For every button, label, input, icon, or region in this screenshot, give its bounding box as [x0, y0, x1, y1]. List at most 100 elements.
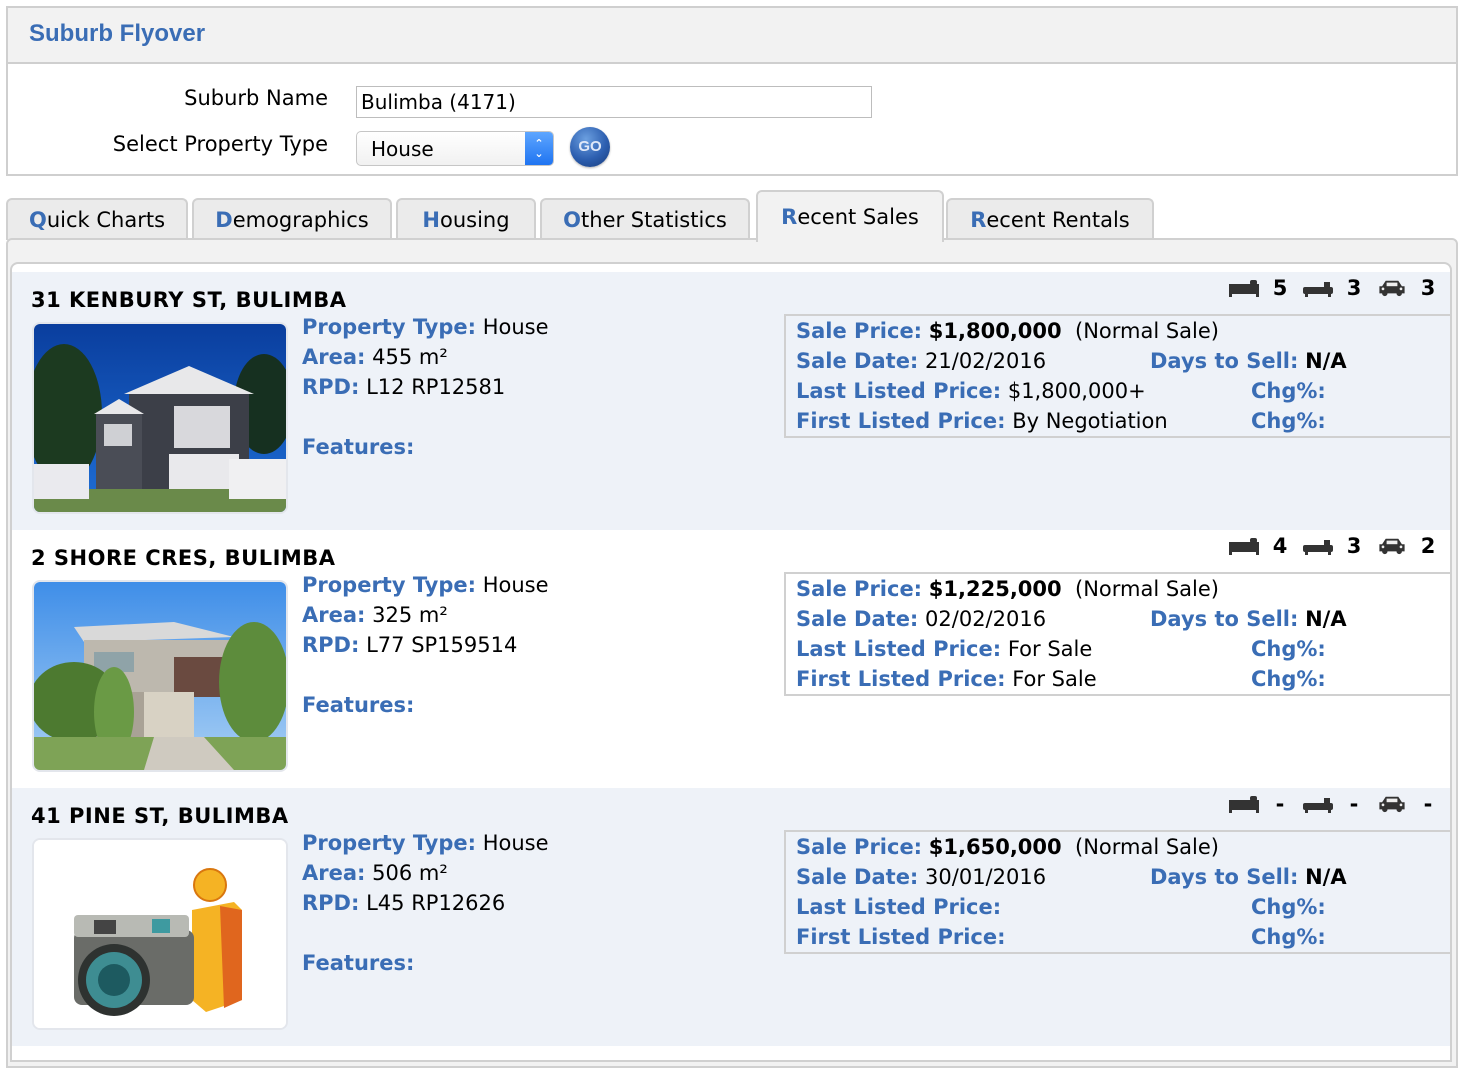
- sale-price-value: $1,225,000: [928, 577, 1062, 601]
- sale-type: (Normal Sale): [1075, 319, 1219, 343]
- tab-quick-charts[interactable]: Quick Charts: [6, 198, 188, 240]
- car-count: 2: [1420, 534, 1436, 558]
- last-listed-label: Last Listed Price:: [796, 379, 1002, 403]
- sale-listing: 2 SHORE CRES, BULIMBA 4 3 2 Property Typ…: [12, 530, 1450, 788]
- tab-hotkey: Q: [28, 208, 47, 232]
- sale-price-label: Sale Price:: [796, 577, 923, 601]
- first-listed-value: By Negotiation: [1012, 409, 1168, 433]
- listing-address[interactable]: 31 KENBURY ST, BULIMBA: [31, 288, 346, 312]
- car-icon: [1379, 538, 1405, 555]
- bath-icon: [1303, 798, 1333, 813]
- sale-price-label: Sale Price:: [796, 835, 923, 859]
- tab-housing[interactable]: Housing: [396, 198, 536, 240]
- property-type-value: House: [482, 573, 549, 597]
- listing-address[interactable]: 41 PINE ST, BULIMBA: [31, 804, 289, 828]
- sale-date-label: Sale Date:: [796, 607, 919, 631]
- house-photo-image: [34, 324, 286, 512]
- tab-hotkey: O: [563, 208, 582, 232]
- sale-price-value: $1,650,000: [928, 835, 1062, 859]
- days-to-sell-value: N/A: [1305, 607, 1347, 631]
- tab-demographics[interactable]: Demographics: [192, 198, 392, 240]
- tab-recent-rentals[interactable]: Recent Rentals: [946, 198, 1154, 240]
- area-label: Area:: [302, 603, 366, 627]
- tab-hotkey: D: [215, 208, 233, 232]
- features-label: Features:: [302, 951, 415, 975]
- sale-listing: 31 KENBURY ST, BULIMBA 5 3 3 Property Ty…: [12, 272, 1450, 530]
- suburb-name-input[interactable]: [356, 86, 872, 118]
- sale-date-value: 02/02/2016: [925, 607, 1047, 631]
- bath-count: -: [1349, 792, 1359, 816]
- select-arrows-icon: ⌃ ⌄: [525, 132, 553, 165]
- sale-details: Sale Price: $1,225,000 (Normal Sale) Sal…: [784, 572, 1450, 696]
- tab-label: ther Statistics: [581, 208, 727, 232]
- property-type-label: Property Type:: [302, 573, 477, 597]
- chg-label: Chg%:: [1251, 667, 1326, 691]
- rpd-label: RPD:: [302, 633, 360, 657]
- page-title: Suburb Flyover: [29, 20, 206, 47]
- car-icon: [1379, 280, 1405, 297]
- tab-recent-sales[interactable]: Recent Sales: [756, 190, 944, 242]
- suburb-name-label: Suburb Name: [184, 86, 328, 110]
- no-photo-placeholder-icon: [34, 840, 286, 1028]
- property-type-value: House: [482, 315, 549, 339]
- first-listed-label: First Listed Price:: [796, 409, 1006, 433]
- room-counts: 4 3 2: [1214, 534, 1436, 558]
- last-listed-label: Last Listed Price:: [796, 895, 1002, 919]
- rpd-label: RPD:: [302, 891, 360, 915]
- first-listed-label: First Listed Price:: [796, 667, 1006, 691]
- chg-label: Chg%:: [1251, 379, 1326, 403]
- days-to-sell-value: N/A: [1305, 349, 1347, 373]
- bed-count: 5: [1272, 276, 1288, 300]
- chg-label: Chg%:: [1251, 895, 1326, 919]
- area-label: Area:: [302, 345, 366, 369]
- first-listed-label: First Listed Price:: [796, 925, 1006, 949]
- features-label: Features:: [302, 693, 415, 717]
- bed-icon: [1229, 538, 1259, 555]
- room-counts: 5 3 3: [1214, 276, 1436, 300]
- tab-label: uick Charts: [46, 208, 166, 232]
- chg-label: Chg%:: [1251, 409, 1326, 433]
- tab-label: ecent Rentals: [986, 208, 1130, 232]
- sale-date-value: 30/01/2016: [925, 865, 1047, 889]
- property-photo[interactable]: [32, 838, 288, 1030]
- sale-date-label: Sale Date:: [796, 865, 919, 889]
- listing-address[interactable]: 2 SHORE CRES, BULIMBA: [31, 546, 336, 570]
- bed-icon: [1229, 280, 1259, 297]
- property-photo[interactable]: [32, 580, 288, 772]
- area-value: 506 m²: [372, 861, 448, 885]
- bath-count: 3: [1346, 276, 1362, 300]
- recent-sales-list: 31 KENBURY ST, BULIMBA 5 3 3 Property Ty…: [10, 262, 1452, 1062]
- sale-details: Sale Price: $1,800,000 (Normal Sale) Sal…: [784, 314, 1450, 438]
- rpd-value: L77 SP159514: [366, 633, 518, 657]
- tab-label: ousing: [440, 208, 510, 232]
- bed-count: 4: [1272, 534, 1288, 558]
- days-to-sell-label: Days to Sell:: [1150, 865, 1299, 889]
- tab-label: emographics: [232, 208, 369, 232]
- features-label: Features:: [302, 435, 415, 459]
- sale-price-value: $1,800,000: [928, 319, 1062, 343]
- property-type-select[interactable]: House ⌃ ⌄: [356, 131, 554, 166]
- property-photo[interactable]: [32, 322, 288, 514]
- days-to-sell-label: Days to Sell:: [1150, 349, 1299, 373]
- last-listed-value: $1,800,000+: [1007, 379, 1146, 403]
- area-value: 325 m²: [372, 603, 448, 627]
- sale-type: (Normal Sale): [1075, 577, 1219, 601]
- bath-icon: [1303, 282, 1333, 297]
- bath-icon: [1303, 540, 1333, 555]
- bath-count: 3: [1346, 534, 1362, 558]
- tab-hotkey: R: [970, 208, 987, 232]
- last-listed-value: For Sale: [1007, 637, 1093, 661]
- sale-type: (Normal Sale): [1075, 835, 1219, 859]
- tab-other-statistics[interactable]: Other Statistics: [540, 198, 750, 240]
- property-type-label: Property Type:: [302, 831, 477, 855]
- sale-price-label: Sale Price:: [796, 319, 923, 343]
- property-type-value: House: [371, 136, 434, 161]
- last-listed-label: Last Listed Price:: [796, 637, 1002, 661]
- car-count: 3: [1420, 276, 1436, 300]
- car-count: -: [1423, 792, 1433, 816]
- property-type-label: Select Property Type: [112, 132, 328, 156]
- property-type-value: House: [482, 831, 549, 855]
- days-to-sell-label: Days to Sell:: [1150, 607, 1299, 631]
- car-icon: [1379, 796, 1405, 813]
- go-button[interactable]: GO: [570, 127, 610, 167]
